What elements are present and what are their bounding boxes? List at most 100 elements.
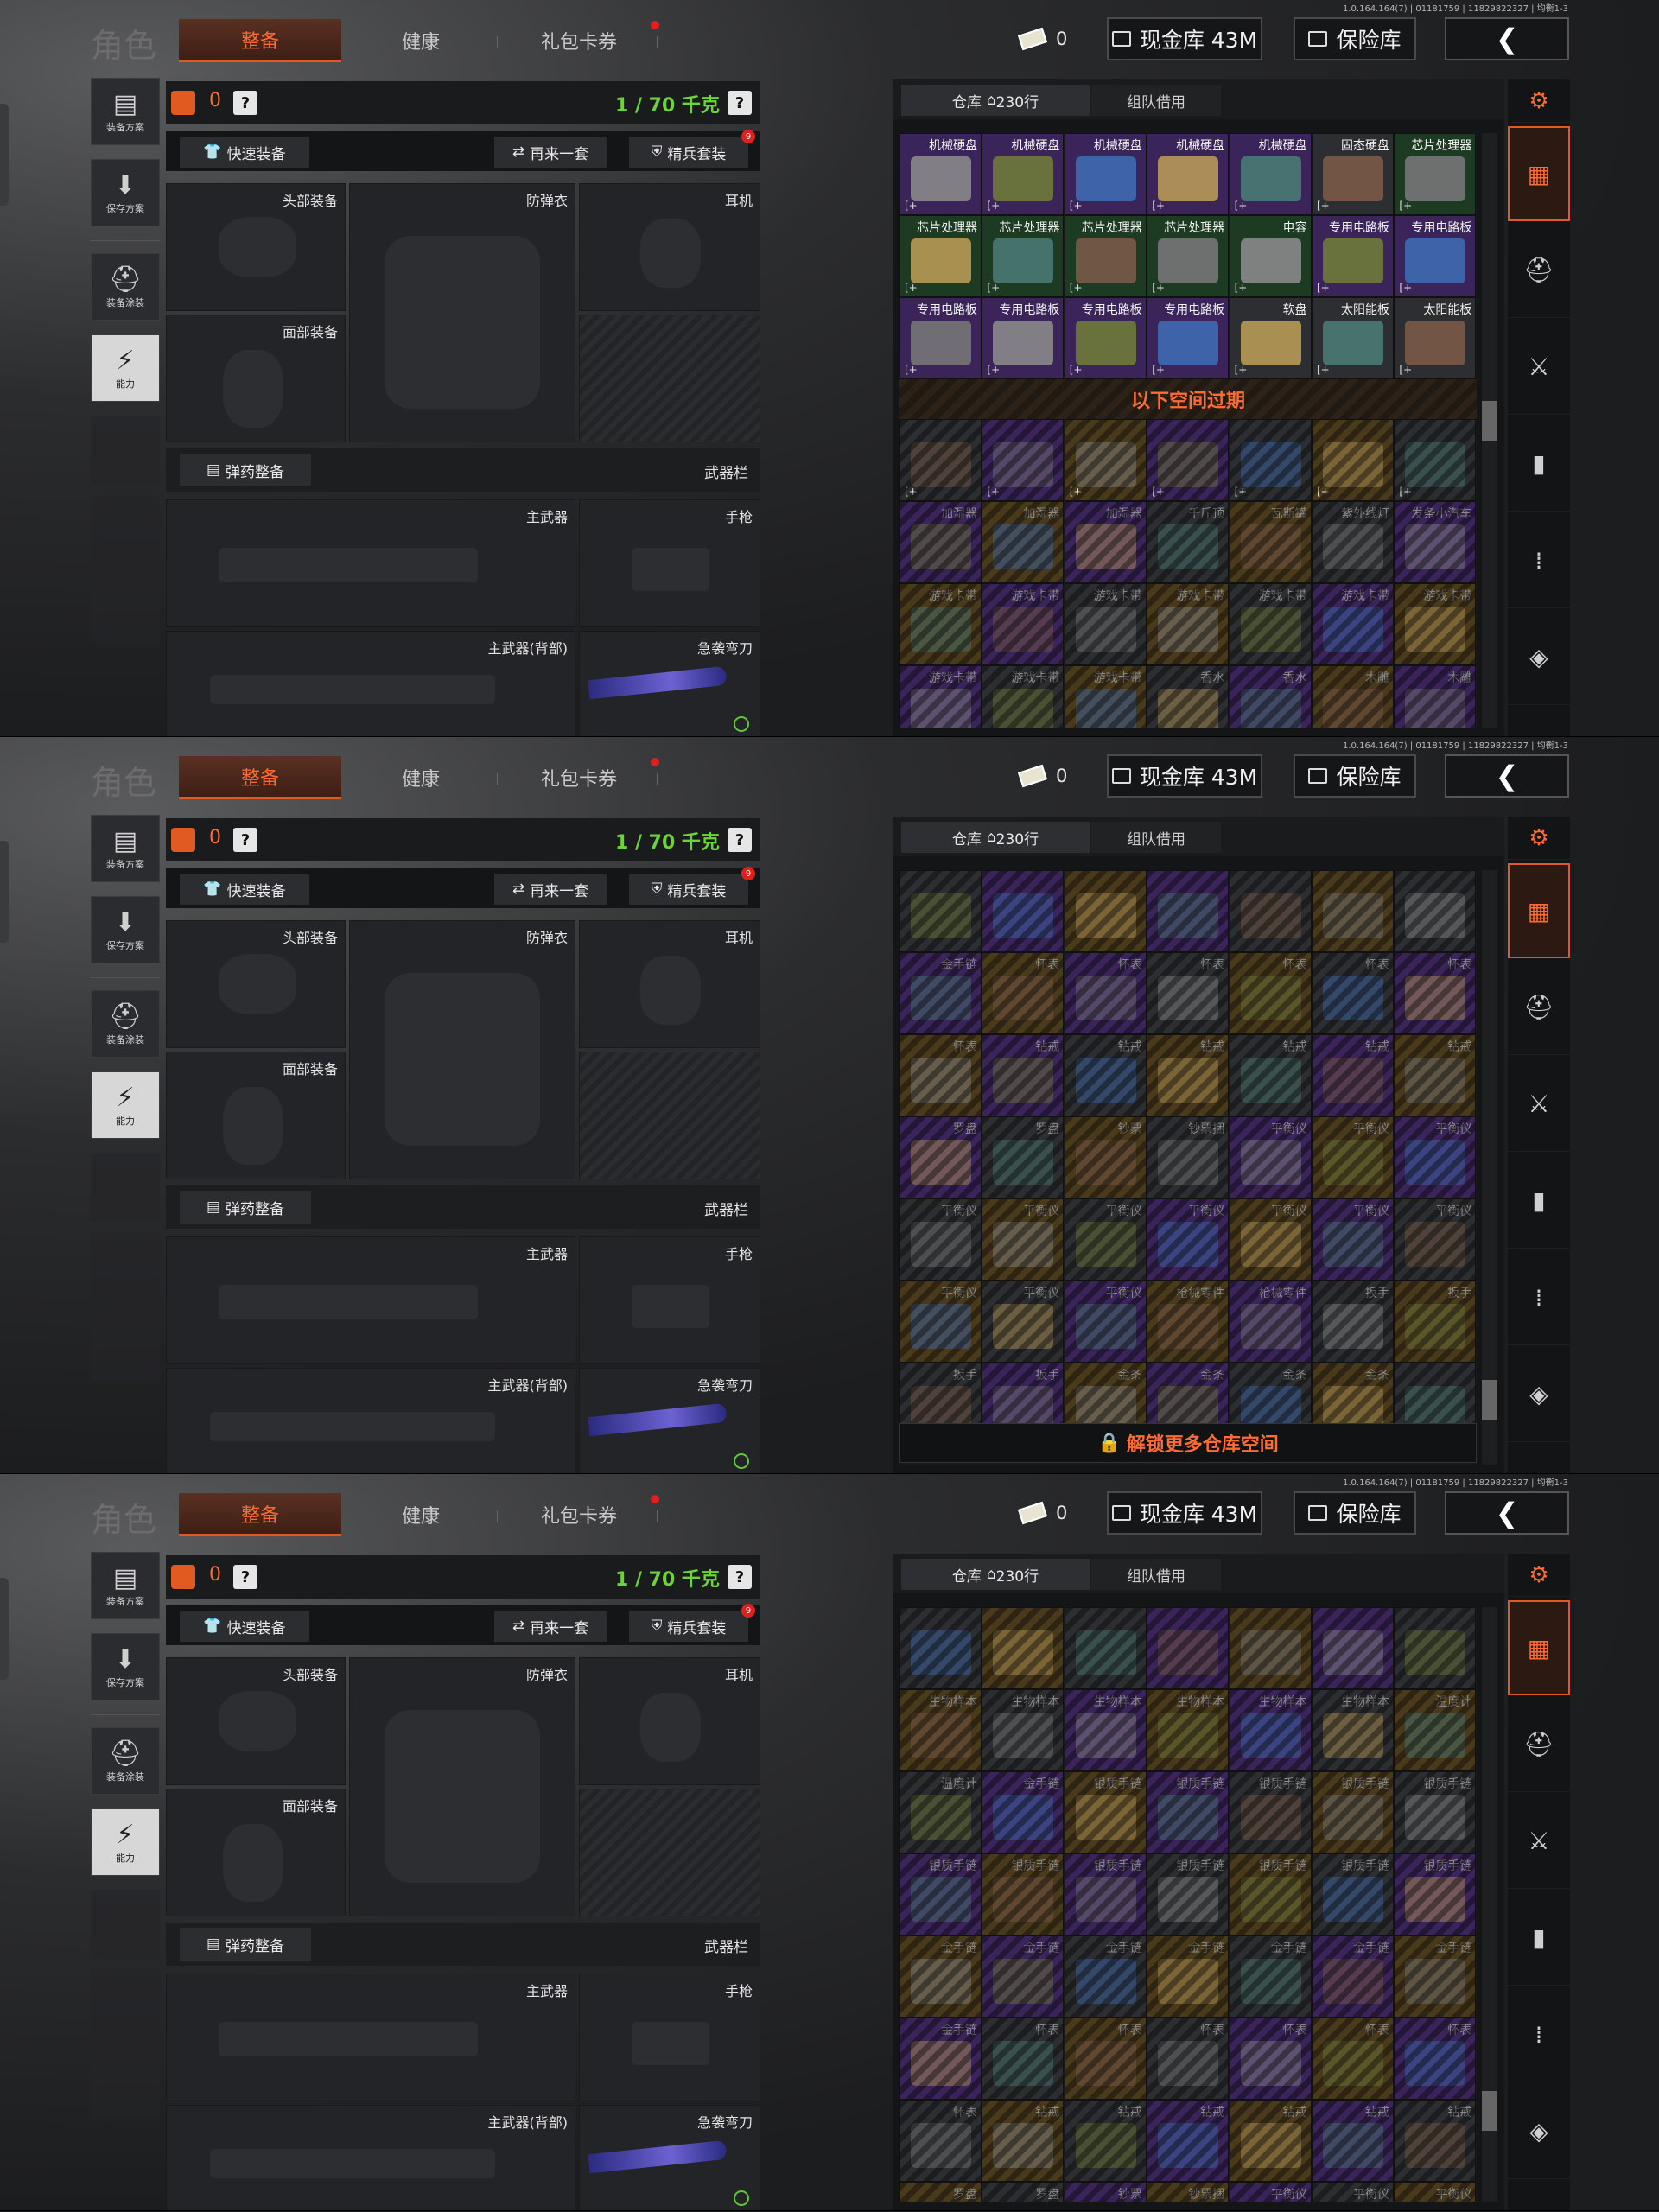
rifle-icon[interactable]: ⚔	[1508, 1057, 1570, 1152]
safe-box-button[interactable]: 保险库	[1294, 754, 1416, 798]
stash-item[interactable]: 钻戒	[1394, 1034, 1477, 1116]
stash-item[interactable]: 平衡仪	[1394, 1198, 1477, 1281]
stash-item[interactable]: [+	[982, 419, 1065, 501]
armor-icon[interactable]: ⛑	[1508, 1697, 1570, 1792]
body-armor-slot[interactable]: 防弹衣	[349, 1657, 575, 1916]
stash-item[interactable]: 金手链	[982, 1771, 1065, 1853]
stash-item[interactable]: 游戏卡带	[899, 583, 982, 665]
primary-weapon-slot[interactable]: 主武器	[166, 499, 575, 627]
stash-item[interactable]: 游戏卡带	[982, 665, 1065, 728]
stash-item[interactable]: 银质手链	[1064, 1771, 1147, 1853]
stash-item[interactable]: 银质手链	[1229, 1853, 1312, 1936]
stash-all-icon[interactable]: ▦	[1508, 1600, 1570, 1695]
elite-set-button[interactable]: ⛨ 精兵套装 9	[629, 130, 755, 168]
ammo-prep-button[interactable]: ▤ 弹药整备	[180, 454, 311, 486]
stash-item[interactable]: 机械硬盘 [+	[982, 133, 1065, 215]
stash-item[interactable]: 枪械零件	[1147, 1281, 1230, 1363]
save-plan-button[interactable]: ⬇ 保存方案	[91, 896, 160, 963]
stash-item[interactable]: 生物样本	[1147, 1689, 1230, 1771]
loadout-plan-button[interactable]: ▤ 装备方案	[91, 1552, 160, 1619]
stash-item[interactable]: 怀表	[1312, 2018, 1394, 2100]
stash-item[interactable]	[982, 870, 1065, 952]
stash-item[interactable]: 生物样本	[1312, 1689, 1394, 1771]
body-armor-slot[interactable]: 防弹衣	[349, 920, 575, 1179]
face-gear-slot[interactable]: 面部装备	[166, 315, 346, 442]
stash-item[interactable]: 怀表	[1229, 2018, 1312, 2100]
stash-item[interactable]: 平衡仪	[1394, 1116, 1477, 1198]
stash-item[interactable]	[899, 1607, 982, 1689]
stash-item[interactable]: 金手链	[1147, 1936, 1230, 2018]
tab-gift-cards[interactable]: 礼包卡券	[497, 756, 661, 799]
loadout-plan-button[interactable]: ▤ 装备方案	[91, 78, 160, 145]
back-button[interactable]: ❮	[1445, 17, 1569, 60]
stash-settings-icon[interactable]: ⚙	[1508, 1554, 1570, 1597]
stash-item[interactable]: 平衡仪	[1394, 2182, 1477, 2202]
back-button[interactable]: ❮	[1445, 1491, 1569, 1535]
ability-button[interactable]: ⚡ 能力	[91, 1071, 160, 1139]
stash-item[interactable]: 平衡仪	[1229, 1198, 1312, 1281]
rifle-icon[interactable]: ⚔	[1508, 1794, 1570, 1889]
pistol-slot[interactable]: 手枪	[579, 1236, 760, 1364]
stash-item[interactable]	[1064, 870, 1147, 952]
elite-set-button[interactable]: ⛨ 精兵套装 9	[629, 1604, 755, 1642]
stash-item[interactable]	[982, 1607, 1065, 1689]
head-gear-slot[interactable]: 头部装备	[166, 1657, 346, 1785]
unlock-stash-button[interactable]: 🔒 解锁更多仓库空间	[899, 1423, 1477, 1463]
stash-item[interactable]: 木雕	[1312, 665, 1394, 728]
stash-item[interactable]: 生物样本	[982, 1689, 1065, 1771]
stash-item[interactable]: 怀表	[899, 1034, 982, 1116]
stash-item[interactable]: [+	[1229, 419, 1312, 501]
stash-item[interactable]: 钞票捆	[1147, 2182, 1230, 2202]
stash-item[interactable]: 怀表	[1064, 2018, 1147, 2100]
stash-settings-icon[interactable]: ⚙	[1508, 79, 1570, 123]
magazine-icon[interactable]: ▮	[1508, 1154, 1570, 1249]
cash-vault-button[interactable]: 现金库 43M	[1107, 754, 1262, 798]
stash-item[interactable]: 专用电路板 [+	[1064, 297, 1147, 379]
head-gear-slot[interactable]: 头部装备	[166, 183, 346, 311]
headset-slot[interactable]: 耳机	[579, 920, 760, 1048]
stash-item[interactable]: 平衡仪	[899, 1281, 982, 1363]
stash-item[interactable]: 发条小汽车	[1394, 501, 1477, 583]
stash-all-icon[interactable]: ▦	[1508, 863, 1570, 958]
stash-item[interactable]: 游戏卡带	[1394, 583, 1477, 665]
stash-item[interactable]: 加湿器	[899, 501, 982, 583]
tab-gift-cards[interactable]: 礼包卡券	[497, 19, 661, 62]
face-gear-slot[interactable]: 面部装备	[166, 1052, 346, 1179]
stash-item[interactable]: 银质手链	[1229, 1771, 1312, 1853]
gear-skin-button[interactable]: ⛑ 装备涂装	[91, 253, 160, 321]
melee-slot[interactable]: 急袭弯刀	[579, 2105, 760, 2210]
tab-stash[interactable]: 仓库 ⌂ 230行	[901, 85, 1090, 116]
stash-item[interactable]: 怀表	[1147, 952, 1230, 1034]
pistol-slot[interactable]: 手枪	[579, 1974, 760, 2101]
help-icon[interactable]: ?	[233, 1565, 257, 1589]
gear-skin-button[interactable]: ⛑ 装备涂装	[91, 1727, 160, 1795]
stash-item[interactable]: 机械硬盘 [+	[899, 133, 982, 215]
stash-item[interactable]: [+	[1312, 419, 1394, 501]
stash-item[interactable]: 钻戒	[982, 2100, 1065, 2182]
stash-item[interactable]: 游戏卡带	[982, 583, 1065, 665]
magazine-icon[interactable]: ▮	[1508, 1891, 1570, 1986]
tab-stash[interactable]: 仓库 ⌂ 230行	[901, 1559, 1090, 1590]
stash-item[interactable]: 银质手链	[1312, 1853, 1394, 1936]
stash-item[interactable]: 银质手链	[1312, 1771, 1394, 1853]
stash-item[interactable]	[1312, 1607, 1394, 1689]
stash-item[interactable]: 平衡仪	[1312, 2182, 1394, 2202]
side-drawer-tab[interactable]	[0, 1578, 9, 1680]
head-gear-slot[interactable]: 头部装备	[166, 920, 346, 1048]
stash-item[interactable]: 银质手链	[1147, 1853, 1230, 1936]
quick-equip-button[interactable]: 👕 快速装备	[180, 874, 309, 905]
stash-item[interactable]: 银质手链	[899, 1853, 982, 1936]
stash-item[interactable]: 平衡仪	[1312, 1116, 1394, 1198]
stash-item[interactable]: 专用电路板 [+	[899, 297, 982, 379]
stash-item[interactable]: 银质手链	[1147, 1771, 1230, 1853]
stash-item[interactable]: 芯片处理器 [+	[899, 215, 982, 297]
stash-item[interactable]: 专用电路板 [+	[1312, 215, 1394, 297]
stash-item[interactable]	[899, 870, 982, 952]
quick-equip-button[interactable]: 👕 快速装备	[180, 1611, 309, 1642]
stash-item[interactable]: 平衡仪	[1312, 1198, 1394, 1281]
face-gear-slot[interactable]: 面部装备	[166, 1789, 346, 1916]
stash-item[interactable]: 香水	[1147, 665, 1230, 728]
stash-item[interactable]: 平衡仪	[1229, 2182, 1312, 2202]
stash-item[interactable]: 怀表	[982, 2018, 1065, 2100]
stash-item[interactable]: 软盘 [+	[1229, 297, 1312, 379]
